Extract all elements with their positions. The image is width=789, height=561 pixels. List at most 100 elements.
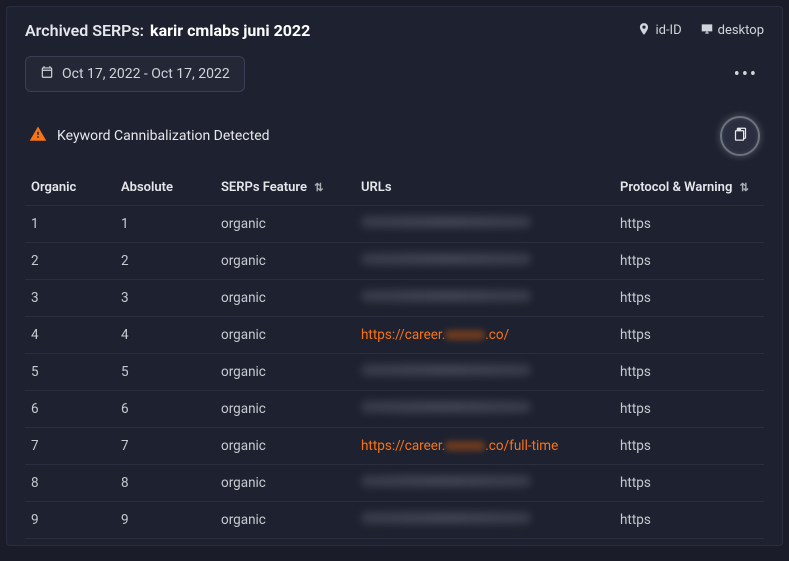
panel-header: Archived SERPs: karir cmlabs juni 2022 i…	[25, 21, 764, 40]
cell-absolute: 6	[115, 391, 215, 428]
table-row: 66organichttps	[25, 391, 764, 428]
url-link[interactable]: https://career..co/	[361, 327, 509, 343]
table-row: 55organichttps	[25, 354, 764, 391]
col-header-protocol-label: Protocol & Warning	[620, 180, 732, 195]
cell-feature: organic	[215, 354, 355, 391]
url-link[interactable]: https://career..co/full-time	[361, 438, 558, 454]
table-body: 11organichttps22organichttps33organichtt…	[25, 206, 764, 539]
locale-indicator: id-ID	[637, 22, 681, 40]
cell-feature: organic	[215, 465, 355, 502]
controls-row: Oct 17, 2022 - Oct 17, 2022 •••	[25, 56, 764, 92]
cell-absolute: 9	[115, 502, 215, 539]
title-block: Archived SERPs: karir cmlabs juni 2022	[25, 21, 310, 40]
cell-url	[355, 502, 614, 539]
clipboard-icon	[733, 127, 748, 146]
cell-url	[355, 243, 614, 280]
device-text: desktop	[718, 23, 764, 38]
cell-organic: 7	[25, 428, 115, 465]
col-header-feature[interactable]: SERPs Feature ⇅	[215, 170, 355, 206]
calendar-icon	[40, 65, 54, 83]
cell-feature: organic	[215, 280, 355, 317]
table-row: 22organichttps	[25, 243, 764, 280]
table-row: 33organichttps	[25, 280, 764, 317]
title-keyword: karir cmlabs juni 2022	[150, 21, 310, 40]
sort-icon: ⇅	[314, 181, 323, 194]
col-header-feature-label: SERPs Feature	[221, 180, 307, 195]
cell-protocol: https	[614, 243, 764, 280]
cannibalization-alert: Keyword Cannibalization Detected	[29, 125, 270, 147]
cell-url: https://career..co/	[355, 317, 614, 354]
device-indicator: desktop	[700, 22, 764, 40]
url-redacted-part	[445, 330, 485, 340]
alert-text-label: Keyword Cannibalization Detected	[57, 128, 270, 144]
cell-url: https://career..co/full-time	[355, 428, 614, 465]
cell-protocol: https	[614, 502, 764, 539]
locale-text: id-ID	[655, 23, 681, 38]
archived-serps-panel: Archived SERPs: karir cmlabs juni 2022 i…	[6, 6, 783, 546]
cell-absolute: 5	[115, 354, 215, 391]
cell-protocol: https	[614, 280, 764, 317]
location-pin-icon	[637, 22, 651, 40]
meta-block: id-ID desktop	[637, 22, 764, 40]
cell-absolute: 7	[115, 428, 215, 465]
cell-absolute: 8	[115, 465, 215, 502]
cell-feature: organic	[215, 243, 355, 280]
table-row: 88organichttps	[25, 465, 764, 502]
cell-feature: organic	[215, 206, 355, 243]
url-redacted	[361, 253, 531, 265]
more-options-button[interactable]: •••	[728, 60, 764, 89]
col-header-protocol[interactable]: Protocol & Warning ⇅	[614, 170, 764, 206]
table-header-row: Organic Absolute SERPs Feature ⇅ URLs Pr…	[25, 170, 764, 206]
cell-absolute: 3	[115, 280, 215, 317]
cell-organic: 5	[25, 354, 115, 391]
cell-organic: 2	[25, 243, 115, 280]
date-range-picker[interactable]: Oct 17, 2022 - Oct 17, 2022	[25, 56, 245, 92]
cell-url	[355, 391, 614, 428]
cell-feature: organic	[215, 428, 355, 465]
cell-url	[355, 206, 614, 243]
url-redacted	[361, 290, 531, 302]
date-range-text: Oct 17, 2022 - Oct 17, 2022	[62, 66, 230, 82]
cell-protocol: https	[614, 317, 764, 354]
url-redacted	[361, 216, 531, 228]
copy-button[interactable]	[720, 116, 760, 156]
url-redacted-part	[445, 441, 485, 451]
sort-icon: ⇅	[740, 181, 749, 194]
cell-absolute: 2	[115, 243, 215, 280]
url-redacted	[361, 401, 531, 413]
warning-triangle-icon	[29, 125, 47, 147]
col-header-urls[interactable]: URLs	[355, 170, 614, 206]
cell-absolute: 1	[115, 206, 215, 243]
col-header-absolute[interactable]: Absolute	[115, 170, 215, 206]
url-redacted	[361, 475, 531, 487]
col-header-organic[interactable]: Organic	[25, 170, 115, 206]
cell-absolute: 4	[115, 317, 215, 354]
cell-protocol: https	[614, 428, 764, 465]
table-row: 44organichttps://career..co/https	[25, 317, 764, 354]
cell-url	[355, 280, 614, 317]
cell-organic: 4	[25, 317, 115, 354]
cell-organic: 1	[25, 206, 115, 243]
cell-organic: 3	[25, 280, 115, 317]
table-row: 99organichttps	[25, 502, 764, 539]
cell-organic: 9	[25, 502, 115, 539]
cell-protocol: https	[614, 206, 764, 243]
cell-url	[355, 354, 614, 391]
desktop-icon	[700, 22, 714, 40]
table-row: 77organichttps://career..co/full-timehtt…	[25, 428, 764, 465]
cell-url	[355, 465, 614, 502]
url-redacted	[361, 364, 531, 376]
serps-table: Organic Absolute SERPs Feature ⇅ URLs Pr…	[25, 170, 764, 539]
table-row: 11organichttps	[25, 206, 764, 243]
cell-organic: 8	[25, 465, 115, 502]
cell-organic: 6	[25, 391, 115, 428]
alert-row: Keyword Cannibalization Detected	[25, 116, 764, 156]
cell-feature: organic	[215, 502, 355, 539]
cell-protocol: https	[614, 465, 764, 502]
cell-protocol: https	[614, 354, 764, 391]
cell-feature: organic	[215, 317, 355, 354]
cell-feature: organic	[215, 391, 355, 428]
title-prefix: Archived SERPs:	[25, 21, 144, 40]
cell-protocol: https	[614, 391, 764, 428]
url-redacted	[361, 512, 531, 524]
